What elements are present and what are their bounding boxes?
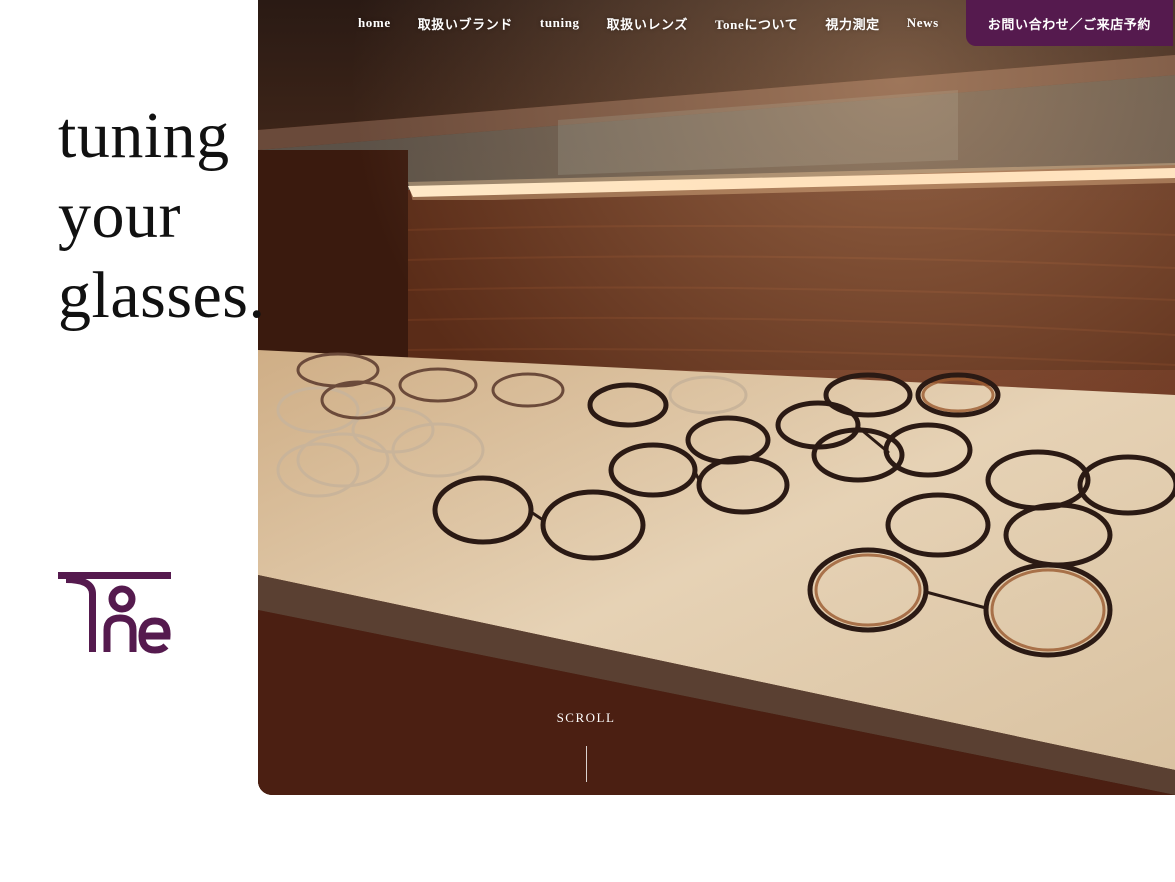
scroll-label: SCROLL (556, 710, 616, 725)
nav-about[interactable]: Toneについて (715, 14, 798, 33)
nav-eye-test[interactable]: 視力測定 (825, 14, 879, 33)
main-nav: home 取扱いブランド tuning 取扱いレンズ Toneについて 視力測定… (258, 0, 1175, 46)
nav-news[interactable]: News (907, 15, 939, 31)
tone-logo[interactable] (58, 572, 174, 656)
tagline-line-3: glasses. (58, 259, 266, 332)
scroll-line (585, 746, 587, 782)
nav-brands[interactable]: 取扱いブランド (418, 14, 513, 33)
hero-image (258, 0, 1175, 795)
tone-logo-mark (58, 572, 171, 654)
contact-reservation-button[interactable]: お問い合わせ／ご来店予約 (965, 0, 1173, 46)
nav-tuning[interactable]: tuning (540, 15, 580, 31)
nav-home[interactable]: home (358, 15, 391, 31)
tagline-line-1: tuning (58, 99, 230, 172)
tagline-line-2: your (58, 179, 181, 252)
hero-tagline: tuning your glasses. (58, 96, 265, 336)
nav-lenses[interactable]: 取扱いレンズ (607, 14, 688, 33)
scroll-indicator[interactable]: SCROLL (548, 710, 624, 782)
